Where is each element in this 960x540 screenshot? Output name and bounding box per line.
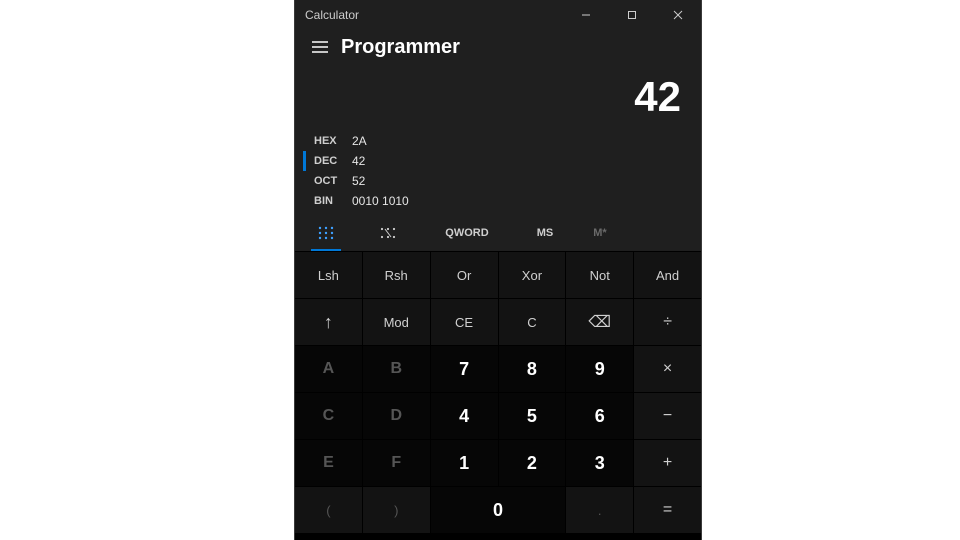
word-size-button[interactable]: QWORD (419, 215, 515, 251)
hamburger-icon (312, 41, 328, 53)
key-and[interactable]: And (634, 252, 701, 298)
base-dec-value: 42 (352, 154, 365, 168)
result-display: 42 (295, 69, 701, 131)
close-button[interactable] (655, 0, 701, 30)
key-1[interactable]: 1 (431, 440, 498, 486)
keypad-toggle[interactable] (295, 215, 357, 251)
key-lsh[interactable]: Lsh (295, 252, 362, 298)
maximize-button[interactable] (609, 0, 655, 30)
key-not[interactable]: Not (566, 252, 633, 298)
base-hex[interactable]: HEX 2A (303, 131, 701, 151)
key-8[interactable]: 8 (499, 346, 566, 392)
close-icon (673, 10, 683, 20)
keypad: Lsh Rsh Or Xor Not And ↑ Mod CE C ⌫ ÷ A … (295, 252, 701, 540)
key-f[interactable]: F (363, 440, 430, 486)
active-tab-underline (311, 249, 341, 251)
toolbar: QWORD MS M* (295, 215, 701, 252)
key-mod[interactable]: Mod (363, 299, 430, 345)
bit-toggle-icon (379, 226, 397, 240)
minimize-button[interactable] (563, 0, 609, 30)
base-list: HEX 2A DEC 42 OCT 52 BIN 0010 1010 (295, 131, 701, 215)
window-title: Calculator (305, 8, 359, 22)
key-rparen[interactable]: ) (363, 487, 430, 533)
key-or[interactable]: Or (431, 252, 498, 298)
key-6[interactable]: 6 (566, 393, 633, 439)
calculator-window: Calculator Programmer 42 HEX 2A DEC 42 (295, 0, 701, 540)
key-a[interactable]: A (295, 346, 362, 392)
memory-dropdown-button[interactable]: M* (575, 215, 625, 251)
base-bin[interactable]: BIN 0010 1010 (303, 191, 701, 211)
header: Programmer (295, 30, 701, 69)
base-oct-value: 52 (352, 174, 365, 188)
key-ce[interactable]: CE (431, 299, 498, 345)
key-d[interactable]: D (363, 393, 430, 439)
key-lparen[interactable]: ( (295, 487, 362, 533)
minimize-icon (581, 10, 591, 20)
key-divide[interactable]: ÷ (634, 299, 701, 345)
key-dot[interactable]: . (566, 487, 633, 533)
base-hex-label: HEX (314, 135, 352, 147)
key-rsh[interactable]: Rsh (363, 252, 430, 298)
base-bin-label: BIN (314, 195, 352, 207)
key-subtract[interactable]: − (634, 393, 701, 439)
key-5[interactable]: 5 (499, 393, 566, 439)
key-4[interactable]: 4 (431, 393, 498, 439)
menu-button[interactable] (305, 37, 335, 58)
key-c-hex[interactable]: C (295, 393, 362, 439)
key-b[interactable]: B (363, 346, 430, 392)
base-hex-value: 2A (352, 134, 367, 148)
key-up[interactable]: ↑ (295, 299, 362, 345)
base-dec[interactable]: DEC 42 (303, 151, 701, 171)
key-7[interactable]: 7 (431, 346, 498, 392)
base-dec-label: DEC (314, 155, 352, 167)
titlebar: Calculator (295, 0, 701, 30)
key-equals[interactable]: = (634, 487, 701, 533)
bit-toggle[interactable] (357, 215, 419, 251)
base-bin-value: 0010 1010 (352, 194, 409, 208)
mode-label: Programmer (341, 36, 460, 59)
memory-store-button[interactable]: MS (515, 215, 575, 251)
key-0[interactable]: 0 (431, 487, 566, 533)
key-add[interactable]: + (634, 440, 701, 486)
key-xor[interactable]: Xor (499, 252, 566, 298)
window-buttons (563, 0, 701, 30)
base-oct[interactable]: OCT 52 (303, 171, 701, 191)
base-oct-label: OCT (314, 175, 352, 187)
key-9[interactable]: 9 (566, 346, 633, 392)
key-3[interactable]: 3 (566, 440, 633, 486)
key-2[interactable]: 2 (499, 440, 566, 486)
key-e[interactable]: E (295, 440, 362, 486)
keypad-icon (318, 226, 334, 240)
maximize-icon (627, 10, 637, 20)
key-backspace[interactable]: ⌫ (566, 299, 633, 345)
key-multiply[interactable]: × (634, 346, 701, 392)
key-clear[interactable]: C (499, 299, 566, 345)
